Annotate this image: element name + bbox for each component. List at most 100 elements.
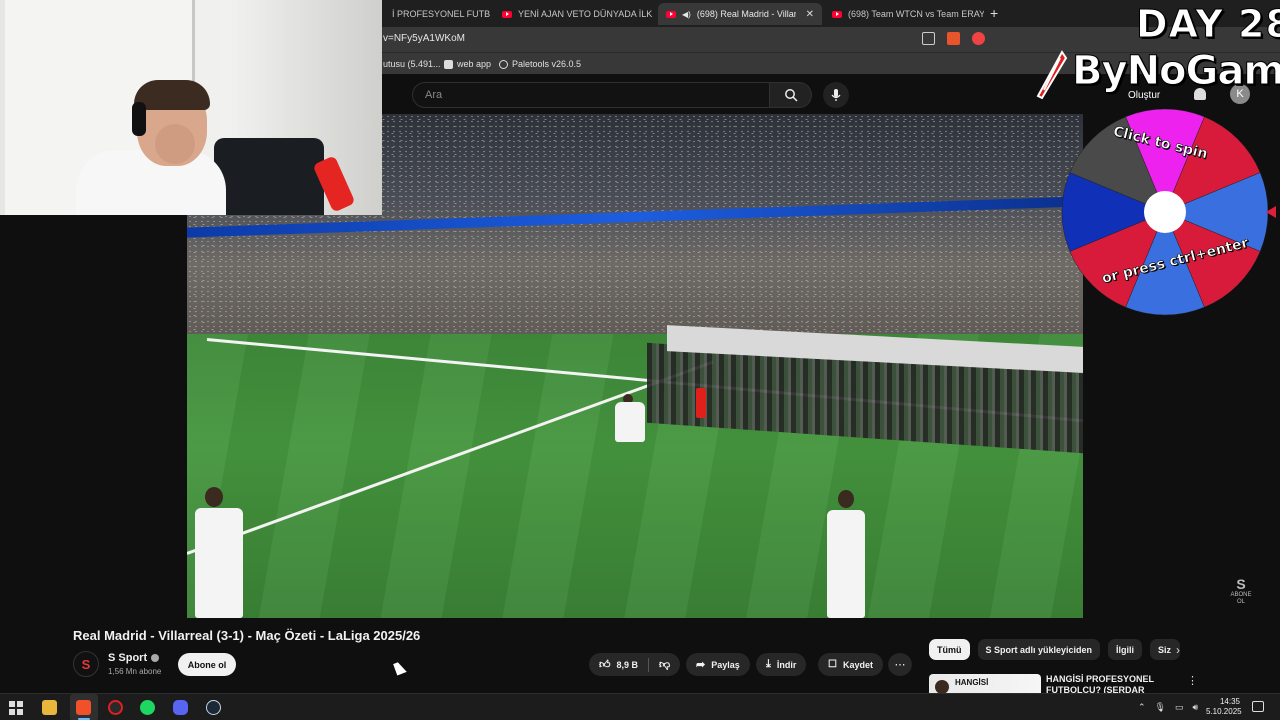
- watermark-text: ABONE OL: [1230, 592, 1252, 605]
- address-bar-icons: [922, 32, 985, 45]
- channel-avatar[interactable]: S: [73, 651, 99, 677]
- verified-badge-icon: [151, 654, 160, 662]
- like-button[interactable]: 👍︎ 8,9 B: [599, 658, 638, 671]
- brave-browser-icon[interactable]: [76, 700, 91, 715]
- more-actions-button[interactable]: ⋯: [888, 653, 912, 676]
- tab-label: (698) Team WTCN vs Team ERAY - FI: [848, 9, 984, 19]
- bookmark-icon: [499, 59, 508, 69]
- player-head: [838, 490, 854, 508]
- system-tray: ⌃ 🎙︎ ▭ 🔊︎: [1138, 702, 1198, 713]
- download-label: İndir: [776, 659, 797, 670]
- youtube-icon: [666, 10, 676, 18]
- tab-yeni-ajan-veto[interactable]: YENİ AJAN VETO DÜNYADA İLK DEN: [494, 3, 654, 25]
- tab-close-icon[interactable]: ✕: [806, 9, 814, 20]
- like-dislike-group: 👍︎ 8,9 B 👎︎: [589, 653, 681, 676]
- windows-taskbar: ⌃ 🎙︎ ▭ 🔊︎ 14:35 5.10.2025: [0, 693, 1280, 720]
- cast-icon[interactable]: [922, 32, 935, 45]
- youtube-icon: [502, 10, 512, 18]
- microphone-tray-icon[interactable]: 🎙︎: [1155, 702, 1166, 713]
- windows-start-icon[interactable]: [9, 701, 23, 715]
- spin-wheel[interactable]: Click to spin or press ctrl+enter: [1060, 107, 1276, 317]
- mouse-cursor-icon: [393, 660, 407, 676]
- bookmark-item[interactable]: Paletools v26.0.5: [499, 59, 581, 69]
- taskbar-clock[interactable]: 14:35 5.10.2025: [1206, 697, 1242, 717]
- subscribe-button[interactable]: Abone ol: [178, 653, 236, 676]
- thumbs-up-icon: 👍︎: [599, 659, 611, 671]
- discord-icon[interactable]: [173, 700, 188, 715]
- player-head: [205, 487, 223, 507]
- webcam-background-bag: [214, 138, 324, 215]
- recommended-video-menu-icon[interactable]: ⋮: [1187, 674, 1198, 687]
- chip-all[interactable]: Tümü: [929, 639, 970, 660]
- tab-label: (698) Real Madrid - Villarreal: [696, 9, 796, 19]
- thumbnail-face: [935, 680, 949, 694]
- streamer-hand: [155, 124, 195, 164]
- chips-next-icon[interactable]: ›: [1176, 643, 1180, 657]
- steam-icon[interactable]: [206, 700, 221, 715]
- save-label: Kaydet: [842, 659, 873, 670]
- bookmark-item[interactable]: web app: [444, 59, 491, 69]
- brand-text: ByNoGame: [1071, 48, 1280, 95]
- url-field[interactable]: v=NFy5yA1WKoM: [383, 33, 465, 44]
- bookmark-item[interactable]: utusu (5.491...: [383, 59, 441, 69]
- brand-feather-icon: [1036, 50, 1068, 100]
- divider: [648, 657, 650, 672]
- notification-center-icon[interactable]: [1252, 701, 1264, 712]
- clock-time: 14:35: [1219, 697, 1240, 706]
- s-sport-icon: S: [1236, 576, 1246, 592]
- speaker-icon: ◀): [682, 9, 691, 19]
- search-input[interactable]: Ara: [412, 82, 770, 108]
- thumbs-down-icon: 👎︎: [659, 659, 671, 671]
- like-count: 8,9 B: [616, 659, 639, 670]
- file-explorer-icon[interactable]: [42, 700, 57, 715]
- brand-logo: ByNoGame: [1030, 48, 1280, 104]
- tray-chevron-icon[interactable]: ⌃: [1138, 702, 1146, 713]
- bookmark-label: utusu (5.491...: [383, 59, 441, 69]
- bookmark-save-icon: ☐: [828, 659, 837, 670]
- share-label: Paylaş: [711, 659, 740, 670]
- day-counter: DAY 28: [1136, 2, 1280, 47]
- dislike-button[interactable]: 👎︎: [659, 658, 670, 671]
- download-icon: ⤓: [766, 658, 771, 670]
- streamer-headset: [132, 102, 146, 136]
- screen: İ PROFESYONEL FUTBOLCU T YENİ AJAN VETO …: [0, 0, 1280, 720]
- tab-team-wtcn[interactable]: (698) Team WTCN vs Team ERAY - FI: [824, 3, 984, 25]
- volume-icon[interactable]: 🔊︎: [1193, 702, 1199, 713]
- tab-profesyonel-futbolcu[interactable]: İ PROFESYONEL FUTBOLCU T: [384, 3, 490, 25]
- brave-shield-icon[interactable]: [947, 32, 960, 45]
- chip-from-uploader[interactable]: S Sport adlı yükleyiciden: [977, 639, 1101, 660]
- save-button[interactable]: ☐ Kaydet: [818, 653, 883, 676]
- mic-icon: [831, 89, 841, 101]
- subscriber-count: 1,56 Mn abone: [108, 667, 162, 676]
- channel-name-text: S Sport: [108, 652, 148, 664]
- thumbnail-text: HANGİSİ: [955, 678, 989, 687]
- obs-record-icon[interactable]: [108, 700, 123, 715]
- webcam-overlay: [0, 0, 382, 215]
- channel-name[interactable]: S Sport: [108, 652, 160, 664]
- bookmark-label: web app: [457, 59, 492, 69]
- chip-related[interactable]: İlgili: [1108, 639, 1143, 660]
- player-number-7: [195, 508, 243, 618]
- download-button[interactable]: ⤓ İndir: [756, 653, 807, 676]
- tab-real-madrid-villarreal[interactable]: ◀) (698) Real Madrid - Villarreal ✕: [658, 3, 822, 25]
- brave-rewards-icon[interactable]: [972, 32, 985, 45]
- new-tab-button[interactable]: +: [990, 5, 998, 21]
- voice-search-button[interactable]: [823, 82, 849, 108]
- bookmark-icon: [444, 59, 453, 69]
- youtube-icon: [832, 10, 842, 18]
- recommendation-chips: Tümü S Sport adlı yükleyiciden İlgili Si…: [929, 639, 1181, 660]
- search-placeholder: Ara: [425, 89, 443, 101]
- spin-wheel-hub: [1144, 191, 1186, 233]
- search-icon: [785, 89, 798, 102]
- tab-label: İ PROFESYONEL FUTBOLCU T: [392, 9, 490, 19]
- channel-watermark: S ABONE OL: [1228, 576, 1254, 605]
- player-clapping: [827, 510, 865, 618]
- tab-label: YENİ AJAN VETO DÜNYADA İLK DEN: [518, 9, 654, 19]
- video-title: Real Madrid - Villarreal (3-1) - Maç Öze…: [73, 628, 421, 643]
- search-button[interactable]: [770, 82, 812, 108]
- spotify-icon[interactable]: [140, 700, 155, 715]
- share-button[interactable]: ➦ Paylaş: [686, 653, 750, 676]
- spin-wheel-pointer: [1266, 206, 1276, 218]
- network-icon[interactable]: ▭: [1175, 702, 1184, 713]
- share-icon: ➦: [696, 659, 706, 671]
